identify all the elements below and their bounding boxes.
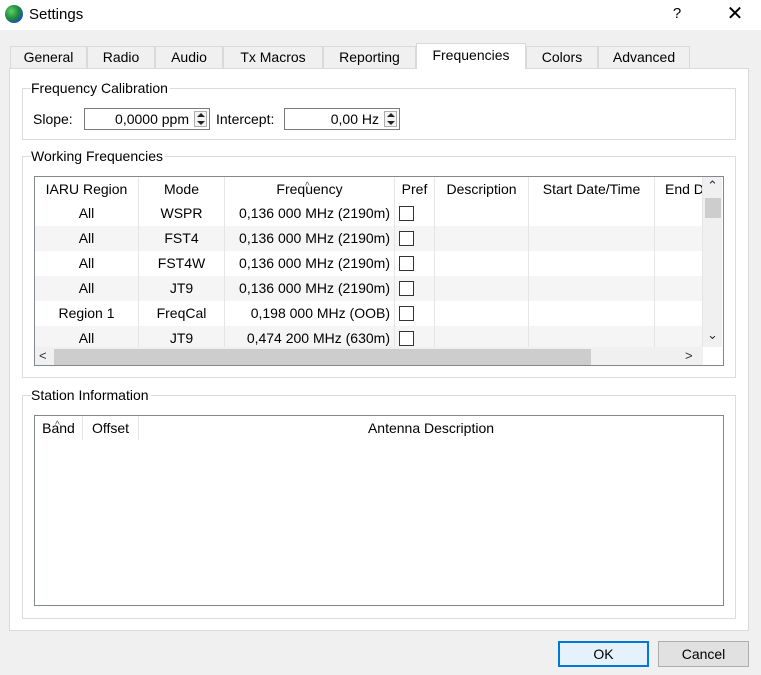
cell-frequency: 0,136 000 MHz (2190m): [225, 276, 395, 301]
tab-advanced[interactable]: Advanced: [598, 46, 690, 68]
column-header-end-date[interactable]: End D: [655, 177, 703, 201]
cell-mode: WSPR: [139, 201, 225, 226]
column-header-start-date-time[interactable]: Start Date/Time: [529, 177, 655, 201]
table-row[interactable]: All FST4W 0,136 000 MHz (2190m): [35, 251, 703, 276]
cell-description: [435, 301, 529, 326]
table-row[interactable]: All JT9 0,136 000 MHz (2190m): [35, 276, 703, 301]
cell-end: [655, 301, 703, 326]
intercept-spin-arrows[interactable]: [384, 111, 397, 127]
chevron-down-icon[interactable]: ⌄: [707, 327, 718, 343]
column-header-description[interactable]: Description: [435, 177, 529, 201]
tab-colors[interactable]: Colors: [526, 46, 598, 68]
cell-pref: [395, 301, 435, 326]
cell-end: [655, 251, 703, 276]
slope-value: 0,0000 ppm: [115, 111, 189, 127]
horizontal-scroll-thumb[interactable]: [54, 349, 591, 365]
station-information-table[interactable]: ^ Band Offset Antenna Description: [34, 415, 724, 606]
tab-frequencies[interactable]: Frequencies: [416, 43, 526, 69]
pref-checkbox[interactable]: [399, 281, 414, 296]
tab-tx-macros[interactable]: Tx Macros: [223, 46, 323, 68]
pref-checkbox[interactable]: [399, 206, 414, 221]
cell-frequency: 0,136 000 MHz (2190m): [225, 251, 395, 276]
vertical-scrollbar[interactable]: ⌃ ⌄: [703, 177, 722, 347]
column-header-iaru-region[interactable]: IARU Region: [35, 177, 139, 201]
chevron-right-icon[interactable]: >: [685, 348, 693, 363]
station-information-title: Station Information: [31, 387, 149, 403]
column-header-pref[interactable]: Pref: [395, 177, 435, 201]
table-row[interactable]: All WSPR 0,136 000 MHz (2190m): [35, 201, 703, 226]
cell-region: All: [35, 276, 139, 301]
cell-frequency: 0,136 000 MHz (2190m): [225, 226, 395, 251]
cell-description: [435, 201, 529, 226]
cell-end: [655, 201, 703, 226]
cancel-button[interactable]: Cancel: [658, 641, 749, 667]
vertical-scroll-thumb[interactable]: [705, 198, 721, 218]
cell-pref: [395, 276, 435, 301]
cell-region: All: [35, 226, 139, 251]
cell-mode: JT9: [139, 276, 225, 301]
title-bar: Settings ? ✕: [0, 0, 761, 30]
tab-reporting[interactable]: Reporting: [323, 46, 416, 68]
cell-region: All: [35, 251, 139, 276]
working-frequencies-title: Working Frequencies: [31, 148, 164, 164]
slope-label: Slope:: [33, 111, 73, 127]
cell-region: All: [35, 201, 139, 226]
cell-frequency: 0,198 000 MHz (OOB): [225, 301, 395, 326]
cell-pref: [395, 226, 435, 251]
column-header-frequency[interactable]: ^ Frequency: [225, 177, 395, 201]
column-header-antenna-description[interactable]: Antenna Description: [139, 416, 723, 440]
frequency-calibration-title: Frequency Calibration: [31, 80, 168, 96]
intercept-spinbox[interactable]: 0,00 Hz: [284, 108, 400, 130]
cell-pref: [395, 201, 435, 226]
cell-description: [435, 226, 529, 251]
table-row[interactable]: All FST4 0,136 000 MHz (2190m): [35, 226, 703, 251]
intercept-value: 0,00 Hz: [330, 111, 379, 127]
column-header-band[interactable]: ^ Band: [35, 416, 83, 440]
cell-frequency: 0,136 000 MHz (2190m): [225, 201, 395, 226]
cell-mode: FreqCal: [139, 301, 225, 326]
app-globe-icon: [5, 5, 23, 23]
cell-end: [655, 226, 703, 251]
cell-mode: FST4: [139, 226, 225, 251]
working-frequencies-table[interactable]: IARU Region Mode ^ Frequency Pref Descri…: [34, 176, 724, 366]
cell-start: [529, 226, 655, 251]
frequencies-panel: Frequency Calibration Slope: 0,0000 ppm …: [9, 68, 749, 631]
cell-description: [435, 251, 529, 276]
cell-pref: [395, 251, 435, 276]
sort-ascending-icon: ^: [305, 181, 310, 192]
cell-start: [529, 276, 655, 301]
column-header-offset[interactable]: Offset: [83, 416, 139, 440]
close-button[interactable]: ✕: [715, 0, 755, 30]
tab-general[interactable]: General: [10, 46, 87, 68]
pref-checkbox[interactable]: [399, 256, 414, 271]
tab-radio[interactable]: Radio: [87, 46, 155, 68]
tab-audio[interactable]: Audio: [155, 46, 223, 68]
cell-start: [529, 301, 655, 326]
ok-button[interactable]: OK: [558, 641, 649, 667]
slope-spinbox[interactable]: 0,0000 ppm: [84, 108, 210, 130]
pref-checkbox[interactable]: [399, 231, 414, 246]
cell-region: Region 1: [35, 301, 139, 326]
help-button[interactable]: ?: [662, 0, 692, 30]
pref-checkbox[interactable]: [399, 331, 414, 346]
slope-spin-arrows[interactable]: [194, 111, 207, 127]
cell-start: [529, 251, 655, 276]
horizontal-scrollbar[interactable]: < >: [35, 347, 703, 365]
cell-description: [435, 276, 529, 301]
table-row[interactable]: Region 1 FreqCal 0,198 000 MHz (OOB): [35, 301, 703, 326]
chevron-left-icon[interactable]: <: [39, 348, 47, 363]
cell-start: [529, 201, 655, 226]
pref-checkbox[interactable]: [399, 306, 414, 321]
chevron-up-icon[interactable]: ⌃: [707, 178, 718, 194]
cell-end: [655, 276, 703, 301]
window-title: Settings: [29, 6, 84, 23]
intercept-label: Intercept:: [216, 111, 275, 127]
sort-ascending-icon: ^: [55, 420, 60, 431]
cell-mode: FST4W: [139, 251, 225, 276]
column-header-mode[interactable]: Mode: [139, 177, 225, 201]
